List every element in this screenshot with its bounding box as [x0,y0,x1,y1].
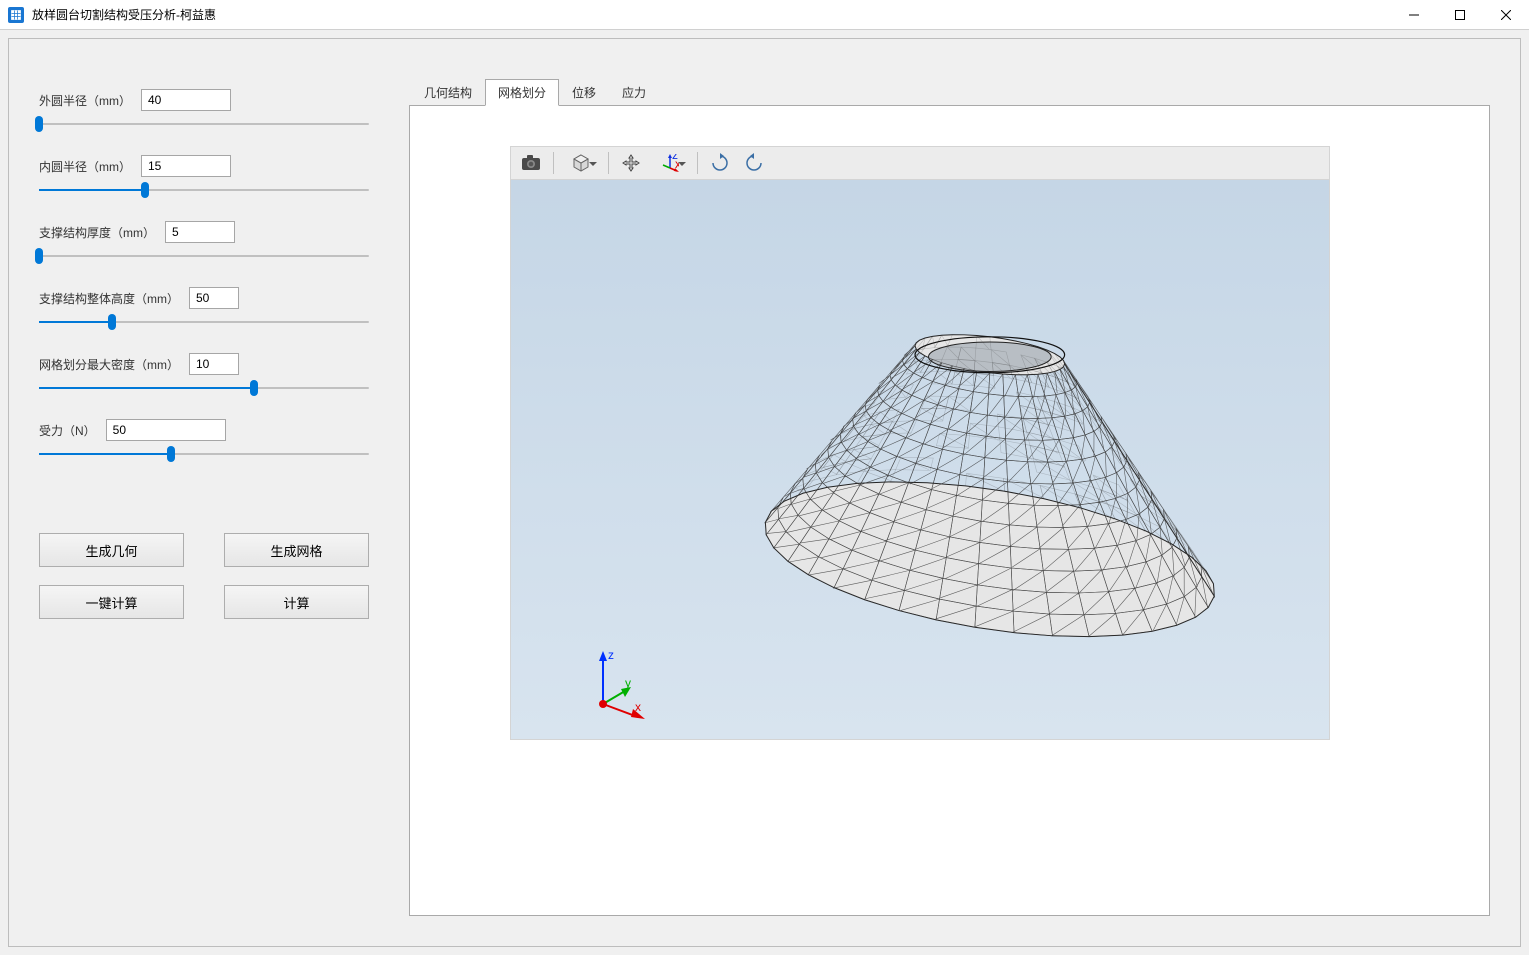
param-label: 外圆半径（mm） [39,92,131,109]
inner-radius-slider[interactable] [39,181,369,199]
generate-geometry-button[interactable]: 生成几何 [39,533,184,567]
param-thickness: 支撑结构厚度（mm） [39,221,369,265]
tab-geometry[interactable]: 几何结构 [411,79,485,106]
separator [697,152,698,174]
window-titlebar: 放样圆台切割结构受压分析-柯益惠 [0,0,1529,30]
right-panel: 几何结构 网格划分 位移 应力 [399,39,1520,946]
viewport-frame: zx z x [409,105,1490,916]
svg-text:x: x [635,700,641,714]
param-label: 支撑结构整体高度（mm） [39,290,179,307]
inner-radius-input[interactable] [141,155,231,177]
app-frame: 外圆半径（mm） 内圆半径（mm） 支撑结构厚度（mm） [8,38,1521,947]
force-input[interactable] [106,419,226,441]
app-icon [8,7,24,23]
window-title: 放样圆台切割结构受压分析-柯益惠 [32,6,1391,23]
axis-triad: z x y [583,649,653,719]
thickness-input[interactable] [165,221,235,243]
outer-radius-input[interactable] [141,89,231,111]
left-panel: 外圆半径（mm） 内圆半径（mm） 支撑结构厚度（mm） [9,39,399,946]
mesh-density-slider[interactable] [39,379,369,397]
3d-viewport[interactable]: z x y [510,180,1330,740]
svg-text:z: z [608,649,614,662]
axes-icon[interactable]: zx [649,149,691,177]
param-outer-radius: 外圆半径（mm） [39,89,369,133]
minimize-button[interactable] [1391,0,1437,29]
mesh-density-input[interactable] [189,353,239,375]
maximize-button[interactable] [1437,0,1483,29]
height-slider[interactable] [39,313,369,331]
rotate-cw-icon[interactable] [704,149,736,177]
param-inner-radius: 内圆半径（mm） [39,155,369,199]
param-label: 网格划分最大密度（mm） [39,356,179,373]
generate-mesh-button[interactable]: 生成网格 [224,533,369,567]
param-mesh-density: 网格划分最大密度（mm） [39,353,369,397]
svg-text:y: y [625,676,631,690]
view-cube-icon[interactable] [560,149,602,177]
tab-mesh[interactable]: 网格划分 [485,79,559,106]
force-slider[interactable] [39,445,369,463]
param-label: 支撑结构厚度（mm） [39,224,155,241]
param-label: 受力（N） [39,422,96,439]
viewport-toolbar: zx [510,146,1330,180]
param-height: 支撑结构整体高度（mm） [39,287,369,331]
close-button[interactable] [1483,0,1529,29]
outer-radius-slider[interactable] [39,115,369,133]
pan-icon[interactable] [615,149,647,177]
tab-strip: 几何结构 网格划分 位移 应力 [411,79,1490,106]
tab-displacement[interactable]: 位移 [559,79,609,106]
separator [608,152,609,174]
height-input[interactable] [189,287,239,309]
one-click-compute-button[interactable]: 一键计算 [39,585,184,619]
param-label: 内圆半径（mm） [39,158,131,175]
param-force: 受力（N） [39,419,369,463]
camera-icon[interactable] [515,149,547,177]
svg-text:x: x [675,157,679,171]
compute-button[interactable]: 计算 [224,585,369,619]
tab-stress[interactable]: 应力 [609,79,659,106]
thickness-slider[interactable] [39,247,369,265]
separator [553,152,554,174]
rotate-ccw-icon[interactable] [738,149,770,177]
